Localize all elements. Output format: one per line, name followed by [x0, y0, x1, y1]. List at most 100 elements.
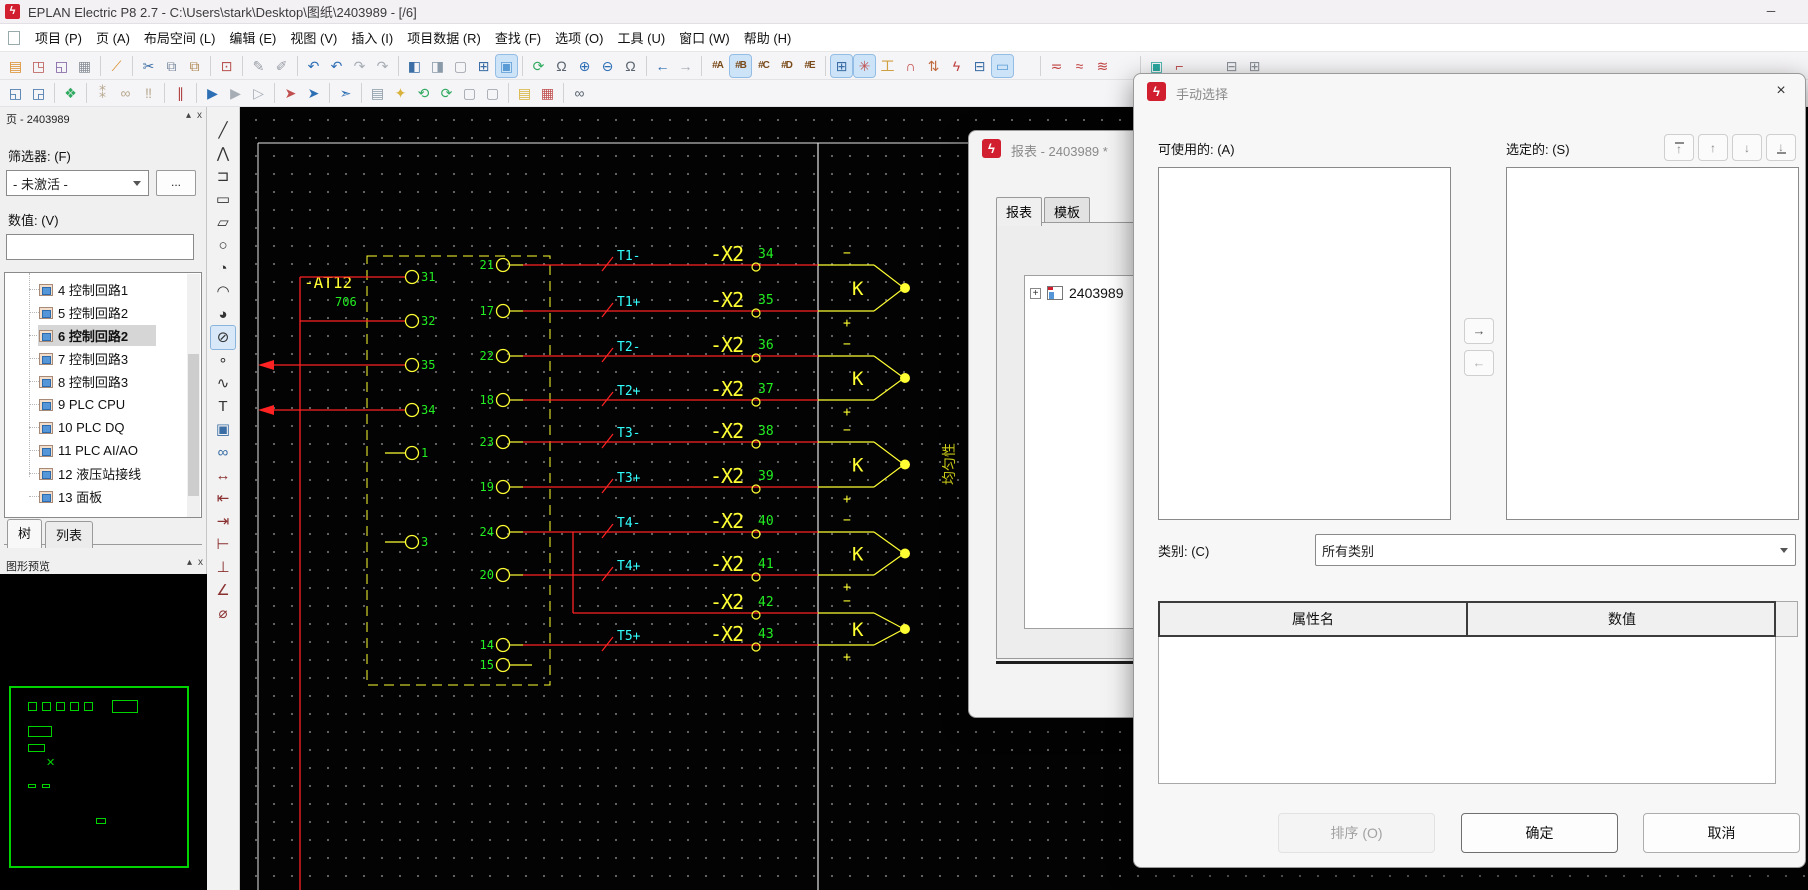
grid-e-icon[interactable]: #E: [799, 55, 820, 77]
forward-icon[interactable]: →: [675, 55, 696, 77]
goto-counterpart-icon[interactable]: ➣: [335, 82, 356, 104]
selected-list[interactable]: [1506, 167, 1799, 520]
collapse-icon[interactable]: ▴: [186, 110, 191, 121]
redo-icon[interactable]: ↷: [349, 55, 370, 77]
navigate-next-icon[interactable]: ▶: [225, 82, 246, 104]
grid-a-icon[interactable]: #A: [707, 55, 728, 77]
dim-end-icon[interactable]: ⇥: [211, 510, 235, 533]
new-device-icon[interactable]: ✦: [390, 82, 411, 104]
preview-panel-header[interactable]: 图形预览 ▴x: [0, 554, 207, 576]
minimize-button[interactable]: ─: [1754, 0, 1788, 24]
tree-item[interactable]: 8 控制回路3: [5, 370, 201, 393]
move-up-button[interactable]: ↑: [1698, 134, 1728, 161]
undo-icon[interactable]: ↶: [303, 55, 324, 77]
sync-back-icon[interactable]: ⟲: [413, 82, 434, 104]
magnet-move-icon[interactable]: ⇅: [923, 55, 944, 77]
workspace-icon[interactable]: ▣: [496, 55, 517, 77]
update-connections-icon[interactable]: ∥: [170, 82, 191, 104]
ok-button[interactable]: 确定: [1461, 813, 1618, 853]
transfer-left-button[interactable]: ←: [1464, 350, 1494, 376]
page-macro-icon[interactable]: ▢: [450, 55, 471, 77]
menu-item[interactable]: 视图 (V): [283, 24, 344, 51]
line-tool-icon[interactable]: ╱: [211, 119, 235, 142]
menu-item[interactable]: 项目 (P): [28, 24, 89, 51]
device-list-icon[interactable]: ▤: [367, 82, 388, 104]
pages-panel-header[interactable]: 页 - 2403989 ▴x: [0, 107, 206, 129]
numbering-pins-icon[interactable]: ‼: [138, 82, 159, 104]
filter-dropdown[interactable]: - 未激活 -: [6, 170, 149, 196]
menu-item[interactable]: 布局空间 (L): [137, 24, 223, 51]
navigate-run-icon[interactable]: ▶: [202, 82, 223, 104]
sync-forward-icon[interactable]: ⟳: [436, 82, 457, 104]
menu-item[interactable]: 选项 (O): [548, 24, 610, 51]
parts-list-icon[interactable]: ▤: [514, 82, 535, 104]
binoculars-icon[interactable]: ∞: [569, 82, 590, 104]
menu-item[interactable]: 帮助 (H): [737, 24, 799, 51]
polygon-tool-icon[interactable]: ⊐: [211, 165, 235, 188]
conn-symbol-2-icon[interactable]: ≈: [1069, 55, 1090, 77]
tab-树[interactable]: 树: [7, 519, 42, 548]
grid-d-icon[interactable]: #D: [776, 55, 797, 77]
report-tree-item[interactable]: + 2403989: [1030, 285, 1124, 301]
format-paint-icon[interactable]: ✎: [248, 55, 269, 77]
new-page-icon[interactable]: ▤: [5, 55, 26, 77]
menu-item[interactable]: 插入 (I): [344, 24, 400, 51]
tree-item[interactable]: 11 PLC AI/AO: [5, 439, 201, 462]
numbering-pairs-icon[interactable]: ∞: [115, 82, 136, 104]
dim-perpendicular-icon[interactable]: ⊥: [211, 556, 235, 579]
spline-tool-icon[interactable]: ∿: [211, 372, 235, 395]
numbering-123-icon[interactable]: ⁑: [92, 82, 113, 104]
refresh-icon[interactable]: ⟳: [528, 55, 549, 77]
snap-grid-icon[interactable]: ✳: [854, 55, 875, 77]
dim-start-icon[interactable]: ⇤: [211, 487, 235, 510]
cancel-button[interactable]: 取消: [1643, 813, 1800, 853]
grid-b-icon[interactable]: #B: [730, 55, 751, 77]
paste-icon[interactable]: ⧉: [184, 55, 205, 77]
dim-radius-icon[interactable]: ⌀: [211, 602, 235, 625]
image-tool-icon[interactable]: ▣: [211, 418, 235, 441]
coordinate-box-icon[interactable]: ▭: [992, 55, 1013, 77]
number-grid-icon[interactable]: ⊟: [969, 55, 990, 77]
value-header[interactable]: 数值: [1468, 603, 1776, 635]
plugin-icon[interactable]: ❖: [60, 82, 81, 104]
tree-scrollbar-thumb[interactable]: [188, 354, 199, 496]
tree-item[interactable]: 12 液压站接线: [5, 462, 201, 485]
parts-table-icon[interactable]: ▦: [537, 82, 558, 104]
undo-list-icon[interactable]: ↶: [326, 55, 347, 77]
insert-symbol-icon[interactable]: ◨: [427, 55, 448, 77]
circle-arc-tool-icon[interactable]: ◔: [211, 257, 235, 280]
window-macro-1-icon[interactable]: ◱: [5, 82, 26, 104]
zoom-page-icon[interactable]: Ω: [620, 55, 641, 77]
zoom-area-icon[interactable]: Ω: [551, 55, 572, 77]
available-list[interactable]: [1158, 167, 1451, 520]
sector-tool-icon[interactable]: ◕: [211, 303, 235, 326]
polyline-tool-icon[interactable]: ⋀: [211, 142, 235, 165]
back-icon[interactable]: ←: [652, 55, 673, 77]
report-tab-报表[interactable]: 报表: [996, 197, 1042, 226]
magnet-icon[interactable]: ∩: [900, 55, 921, 77]
transfer-right-button[interactable]: →: [1464, 318, 1494, 344]
tree-scrollbar[interactable]: [187, 274, 200, 518]
insert-window-macro-icon[interactable]: ◧: [404, 55, 425, 77]
manual-dialog-titlebar[interactable]: ϟ 手动选择 ×: [1134, 74, 1805, 108]
menu-item[interactable]: 编辑 (E): [222, 24, 283, 51]
open-page-icon[interactable]: ◳: [28, 55, 49, 77]
rectangle-tool-icon[interactable]: ▭: [211, 188, 235, 211]
conn-symbol-3-icon[interactable]: ≋: [1092, 55, 1113, 77]
category-dropdown[interactable]: 所有类别: [1315, 534, 1796, 566]
menu-item[interactable]: 窗口 (W): [672, 24, 737, 51]
tree-item[interactable]: 4 控制回路1: [5, 278, 201, 301]
connection-point-icon[interactable]: ϟ: [946, 55, 967, 77]
circle-tool-icon[interactable]: ○: [211, 234, 235, 257]
page-copy-1-icon[interactable]: ▢: [459, 82, 480, 104]
tree-item[interactable]: 9 PLC CPU: [5, 393, 201, 416]
tree-item[interactable]: 5 控制回路2: [5, 301, 201, 324]
close-icon[interactable]: ×: [1771, 81, 1791, 101]
close-icon[interactable]: x: [198, 557, 203, 568]
window-macro-2-icon[interactable]: ◲: [28, 82, 49, 104]
expand-icon[interactable]: +: [1030, 288, 1041, 299]
menu-item[interactable]: 工具 (U): [611, 24, 673, 51]
tree-item[interactable]: 6 控制回路2: [5, 324, 201, 347]
menu-item[interactable]: 项目数据 (R): [400, 24, 488, 51]
move-down-button[interactable]: ↓: [1732, 134, 1762, 161]
